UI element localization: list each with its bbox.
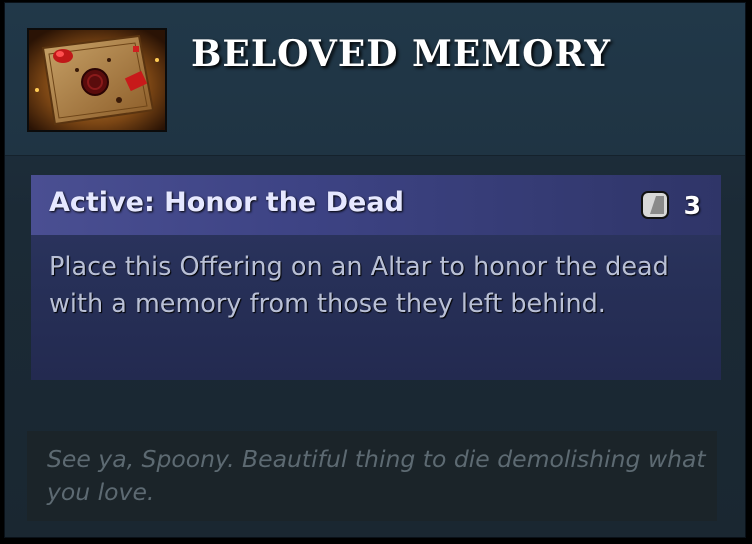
- ability-header: Active: Honor the Dead 3: [31, 175, 721, 235]
- item-tooltip: BELOVED MEMORY Active: Honor the Dead 3 …: [4, 2, 746, 538]
- item-title: BELOVED MEMORY: [191, 33, 612, 75]
- ability-name: Active: Honor the Dead: [49, 187, 404, 218]
- offering-scroll-icon: [27, 28, 167, 132]
- lore-panel: See ya, Spoony. Beautiful thing to die d…: [27, 431, 717, 521]
- charge-stone-icon: [640, 191, 669, 219]
- ability-panel: Active: Honor the Dead 3 Place this Offe…: [31, 175, 721, 380]
- lore-text: See ya, Spoony. Beautiful thing to die d…: [47, 445, 706, 506]
- charge-count: 3: [683, 190, 701, 220]
- ability-description: Place this Offering on an Altar to honor…: [49, 252, 669, 319]
- charges-indicator: 3: [640, 190, 701, 220]
- tooltip-header: BELOVED MEMORY: [5, 3, 745, 156]
